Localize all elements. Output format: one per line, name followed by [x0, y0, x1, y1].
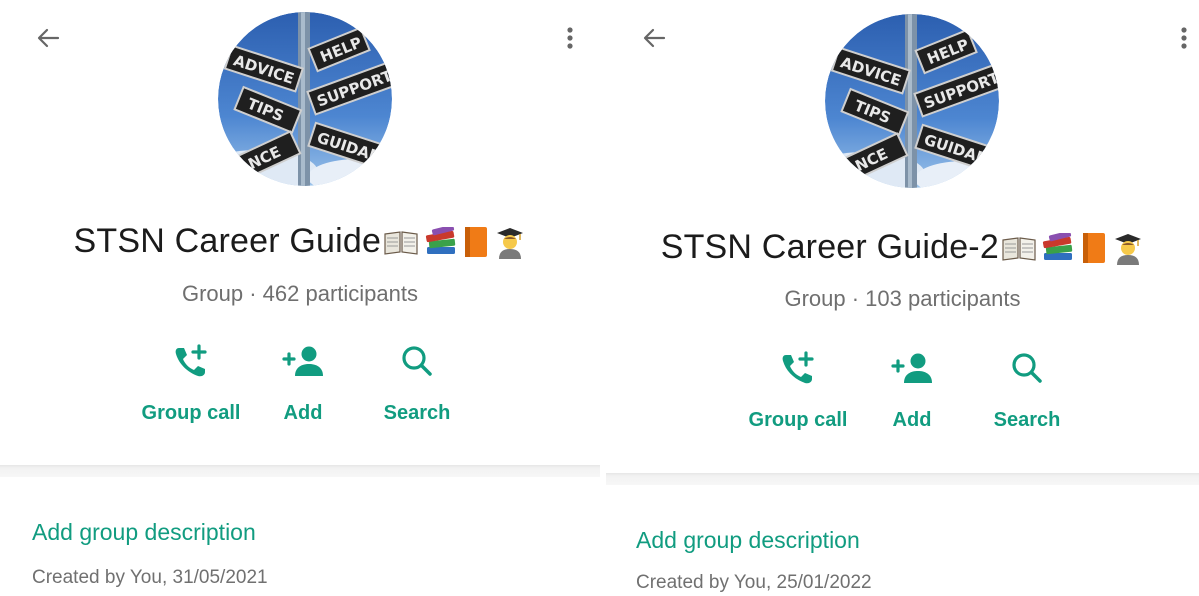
group-call-label: Group call — [748, 409, 848, 431]
participants-summary: Group · 103 participants — [784, 286, 1021, 311]
group-title: STSN Career Guide-2 — [606, 228, 1199, 267]
student-icon — [497, 227, 524, 259]
search-label: Search — [993, 409, 1061, 431]
title-emojis — [383, 224, 526, 259]
search-icon — [357, 342, 477, 382]
created-info: Created by You, 25/01/2022 — [636, 572, 872, 593]
call-add-icon — [738, 349, 858, 389]
group-info-panel-left: ADVICE HELP SUPPORT TIPS GUIDAN TANCE ST… — [0, 0, 600, 596]
title-emojis — [1001, 230, 1144, 265]
open-book-icon — [384, 230, 418, 255]
group-name: STSN Career Guide-2 — [660, 228, 999, 266]
group-call-button[interactable]: Group call — [738, 349, 858, 432]
add-person-icon — [243, 342, 363, 382]
created-info: Created by You, 31/05/2021 — [32, 567, 268, 588]
call-add-icon — [131, 342, 251, 382]
participants-summary: Group · 462 participants — [181, 281, 419, 306]
student-icon — [1115, 233, 1142, 265]
add-label: Add — [892, 409, 932, 431]
more-options-icon[interactable] — [1174, 22, 1194, 54]
add-participant-button[interactable]: Add — [243, 342, 363, 425]
group-avatar[interactable]: ADVICE HELP SUPPORT TIPS GUIDAN TANCE — [825, 14, 999, 188]
orange-book-icon — [1082, 232, 1105, 263]
add-group-description-link[interactable]: Add group description — [636, 527, 860, 554]
search-icon — [967, 349, 1087, 389]
group-call-label: Group call — [141, 402, 241, 424]
search-button[interactable]: Search — [967, 349, 1087, 432]
books-stack-icon — [1043, 230, 1073, 260]
add-label: Add — [283, 402, 323, 424]
group-title: STSN Career Guide — [0, 222, 600, 261]
search-button[interactable]: Search — [357, 342, 477, 425]
back-arrow-icon[interactable] — [32, 22, 64, 54]
back-arrow-icon[interactable] — [638, 22, 670, 54]
group-name: STSN Career Guide — [73, 222, 382, 260]
open-book-icon — [1002, 236, 1036, 261]
more-options-icon[interactable] — [560, 22, 580, 54]
orange-book-icon — [465, 226, 488, 257]
add-participant-button[interactable]: Add — [852, 349, 972, 432]
section-divider — [606, 473, 1199, 485]
section-divider — [0, 465, 600, 477]
add-person-icon — [852, 349, 972, 389]
search-label: Search — [383, 402, 451, 424]
group-call-button[interactable]: Group call — [131, 342, 251, 425]
books-stack-icon — [425, 224, 455, 254]
add-group-description-link[interactable]: Add group description — [32, 519, 256, 546]
group-avatar[interactable]: ADVICE HELP SUPPORT TIPS GUIDAN TANCE — [218, 12, 392, 186]
group-info-panel-right: ADVICE HELP SUPPORT TIPS GUIDAN TANCE ST… — [606, 0, 1199, 596]
